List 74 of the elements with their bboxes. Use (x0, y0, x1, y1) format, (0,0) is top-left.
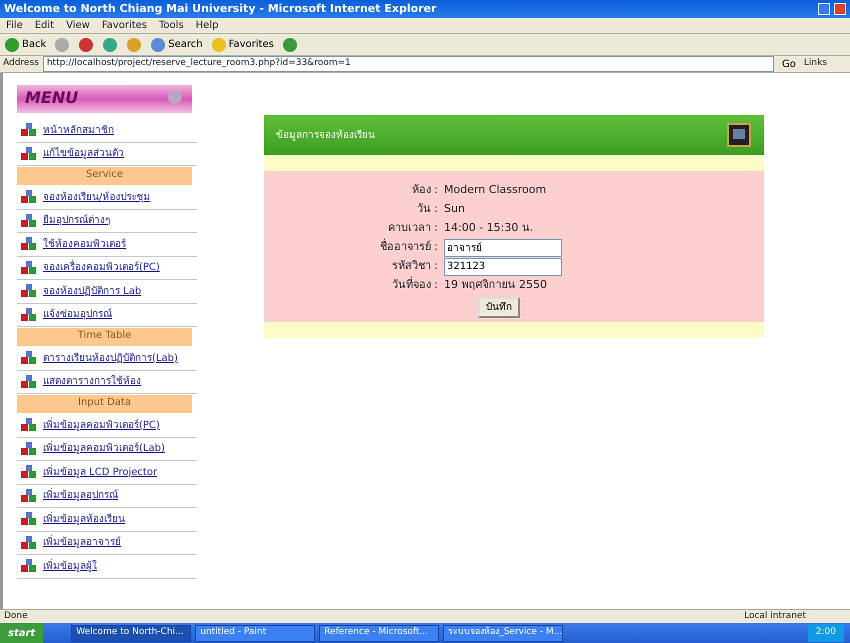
blocks-icon (21, 237, 37, 252)
save-button[interactable]: บันทึก (478, 297, 520, 318)
taskbar-button[interactable]: Welcome to North-Chi... (71, 624, 192, 642)
favorites-button[interactable]: Favorites (206, 36, 278, 54)
blocks-icon (21, 214, 37, 228)
menu-link[interactable]: เพิ่มข้อมูล LCD Projector (43, 464, 158, 480)
field-value: Modern Classroom (444, 182, 546, 198)
menu-link[interactable]: ตารางเรียนห้องปฏิบัติการ(Lab) (43, 350, 178, 366)
menu-link[interactable]: ยืมอุปกรณ์ต่างๆ (43, 213, 110, 228)
panel-header: ข้อมูลการจองห้องเรียน (264, 115, 764, 155)
menu-link[interactable]: จองเครื่องคอมพิวเตอร์(PC) (43, 260, 160, 276)
field-label: คาบเวลา : (386, 220, 439, 236)
blocks-icon (21, 146, 37, 161)
blocks-icon (21, 284, 37, 298)
blocks-icon (21, 465, 37, 480)
back-button[interactable]: Back (0, 36, 50, 54)
blocks-icon (21, 308, 37, 322)
address-label: Address (3, 57, 39, 70)
blocks-icon (21, 488, 37, 503)
address-field[interactable]: http://localhost/project/reserve_lecture_room3.php?id=33&room=1 (42, 56, 774, 72)
status-text: Done (4, 610, 28, 623)
menu-item[interactable]: File (0, 18, 29, 33)
field-value: Sun (444, 201, 465, 218)
section-header: Service (17, 167, 192, 185)
blocks-icon (21, 123, 37, 138)
menu-item[interactable]: Edit (28, 18, 60, 33)
field-label: ห้อง : (410, 182, 439, 198)
links-label[interactable]: Links (804, 57, 847, 71)
menu-link[interactable]: เพิ่มข้อมูลห้องเรียน (43, 512, 125, 527)
section-header: Input Data (17, 395, 192, 413)
taskbar-button[interactable]: untitled - Paint (195, 624, 316, 642)
blocks-icon (21, 442, 37, 456)
field-label: รหัสวิชา : (390, 258, 439, 274)
menu-item[interactable]: Tools (153, 18, 190, 33)
blocks-icon (21, 418, 37, 432)
blocks-icon (21, 559, 37, 574)
input-field[interactable]: อาจารย์ (444, 238, 562, 256)
zone-label: Local intranet (744, 610, 807, 623)
menu-link[interactable]: เพิ่มข้อมูลอุปกรณ์ (43, 488, 118, 504)
clock: 2:00 (808, 624, 844, 642)
menu-link[interactable]: จองห้องปฏิบัติการ Lab (43, 284, 142, 299)
menu-link[interactable]: เพิ่มข้อมูลผู้ใ (43, 558, 97, 574)
blocks-icon (21, 190, 37, 204)
menu-item[interactable]: View (60, 18, 96, 33)
search-button[interactable]: Search (146, 36, 207, 54)
blocks-icon (21, 351, 37, 366)
field-value: 14:00 - 15:30 น. (444, 220, 534, 236)
window-title: Welcome to North Chiang Mai University - Microsoft Internet Explorer (4, 0, 436, 17)
blocks-icon (21, 512, 37, 526)
menu-link[interactable]: จองห้องเรียน/ห้องประชุม (43, 190, 150, 205)
menu-link[interactable]: แก้ไขข้อมูลส่วนตัว (43, 146, 124, 162)
taskbar-button[interactable]: ระบบจองห้อง_Service - M... (443, 624, 564, 642)
go-button[interactable]: Go (778, 56, 800, 72)
field-label: วัน : (416, 201, 439, 218)
photo-frame-icon (726, 122, 752, 148)
field-label: ชื่ออาจารย์ : (378, 239, 439, 256)
menu-link[interactable]: แสดงตารางการใช้ห้อง (43, 374, 141, 390)
blocks-icon (21, 374, 37, 389)
menu-link[interactable]: แจ้งซ่อมอุปกรณ์ (43, 307, 112, 322)
menu-link[interactable]: เพิ่มข้อมูลคอมพิวเตอร์(Lab) (43, 441, 165, 456)
input-field[interactable]: 321123 (444, 258, 562, 276)
section-header: Time Table (17, 328, 192, 346)
menu-header: MENU (17, 85, 192, 113)
menu-link[interactable]: ใช้ห้องคอมพิวเตอร์ (43, 236, 126, 252)
taskbar-button[interactable]: Reference - Microsoft... (319, 624, 440, 642)
field-value: 19 พฤศจิกายน 2550 (444, 277, 547, 294)
menu-link[interactable]: เพิ่มข้อมูลคอมพิวเตอร์(PC) (43, 418, 160, 433)
menu-item[interactable]: Favorites (96, 18, 154, 33)
menu-link[interactable]: หน้าหลักสมาชิก (43, 122, 114, 138)
blocks-icon (21, 536, 37, 550)
field-label: วันที่จอง : (390, 277, 439, 294)
menu-item[interactable]: Help (190, 18, 224, 33)
blocks-icon (21, 260, 37, 275)
menu-link[interactable]: เพิ่มข้อมูลอาจารย์ (43, 535, 121, 550)
